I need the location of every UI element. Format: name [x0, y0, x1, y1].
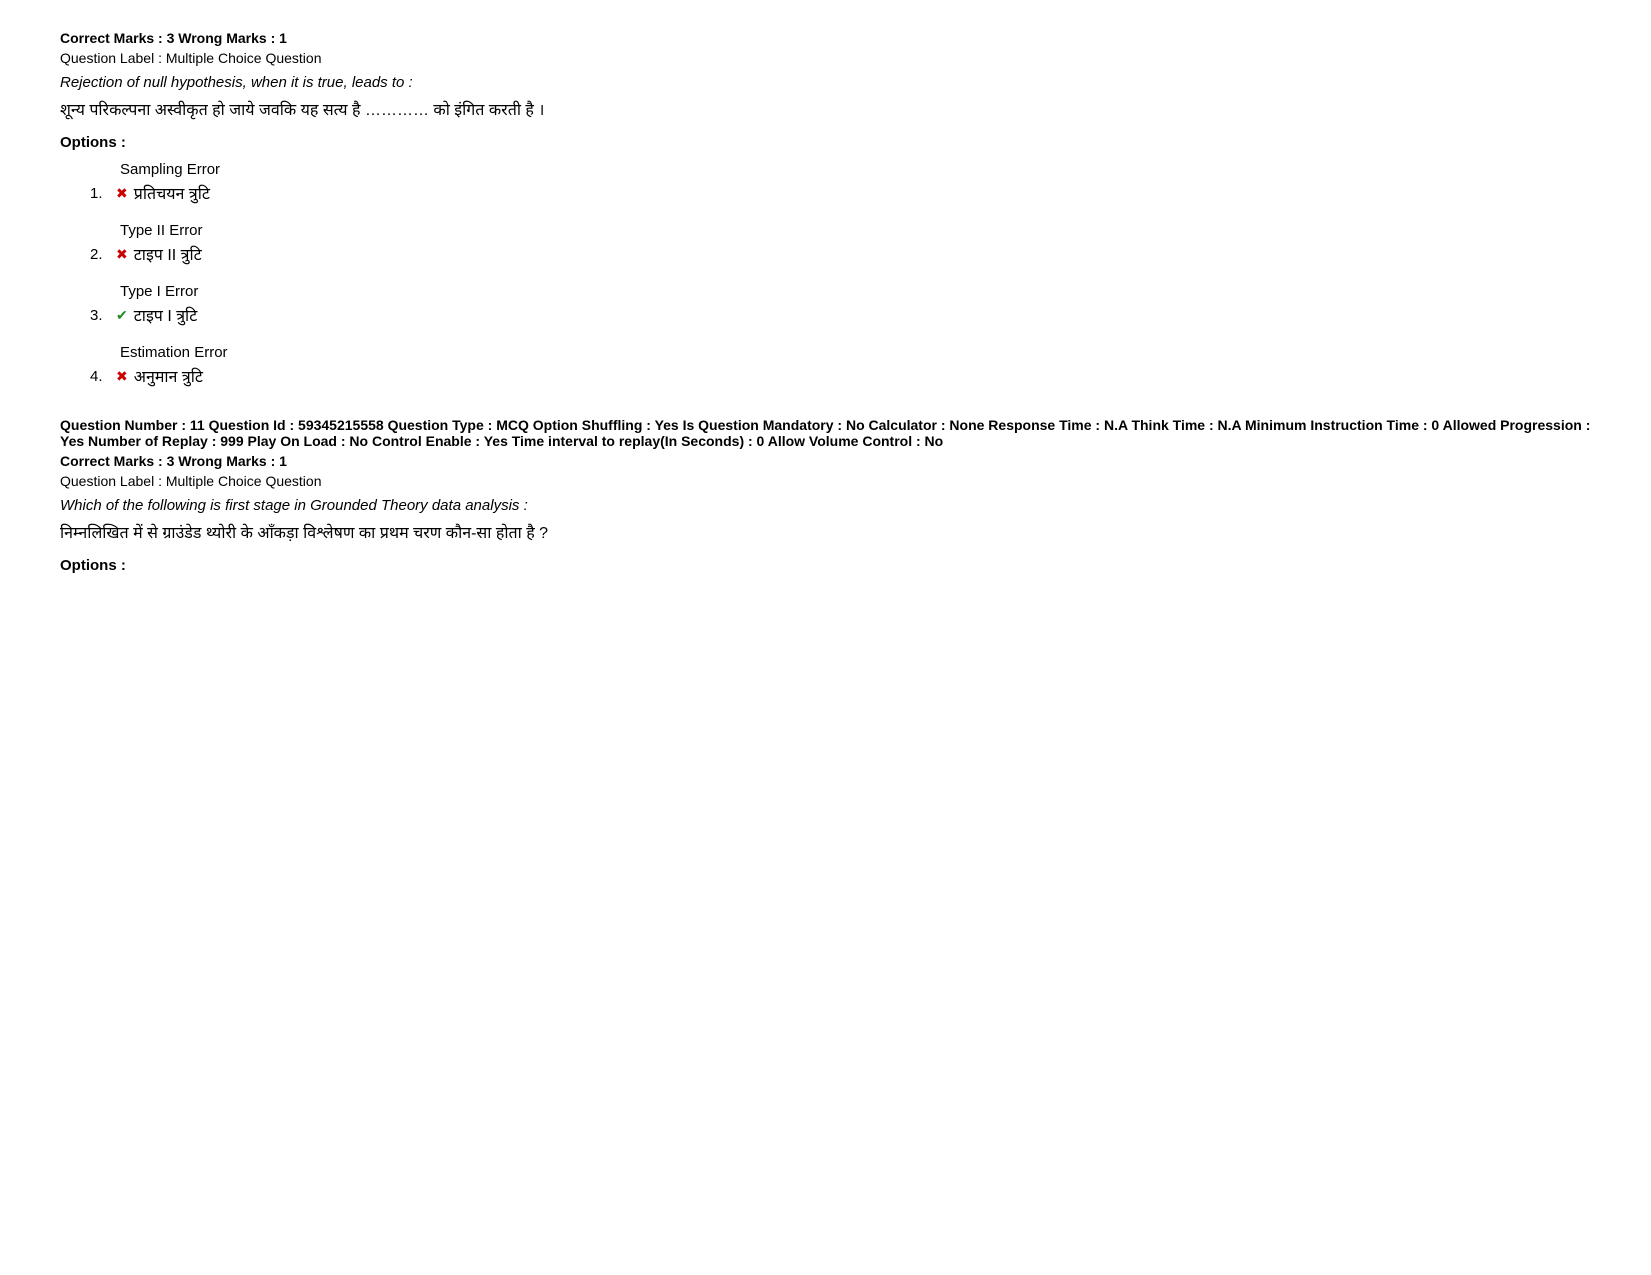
option-3-en: Type I Error [120, 283, 1591, 300]
option-3-icon-check: ✔ [116, 307, 128, 324]
option-2-group: Type II Error 2. ✖ टाइप II त्रुटि [60, 222, 1591, 265]
option-4-text-hi: अनुमान त्रुटि [134, 365, 203, 387]
q10-meta: Correct Marks : 3 Wrong Marks : 1 [60, 30, 1591, 46]
option-4-row: 4. ✖ अनुमान त्रुटि [90, 365, 1591, 387]
option-1-en: Sampling Error [120, 161, 1591, 178]
option-2-icon-cross: ✖ [116, 246, 128, 263]
option-2-num: 2. [90, 246, 110, 263]
option-1-icon-cross: ✖ [116, 185, 128, 202]
q11-correct-wrong: Correct Marks : 3 Wrong Marks : 1 [60, 453, 1591, 469]
question-11-block: Question Number : 11 Question Id : 59345… [60, 417, 1591, 574]
option-3-group: Type I Error 3. ✔ टाइप I त्रुटि [60, 283, 1591, 326]
option-1-group: Sampling Error 1. ✖ प्रतिचयन त्रुटि [60, 161, 1591, 204]
option-4-icon-cross: ✖ [116, 368, 128, 385]
option-1-row: 1. ✖ प्रतिचयन त्रुटि [90, 182, 1591, 204]
q11-meta: Question Number : 11 Question Id : 59345… [60, 417, 1591, 449]
option-1-text-hi: प्रतिचयन त्रुटि [134, 182, 210, 204]
q10-options-label: Options : [60, 134, 1591, 151]
option-4-en: Estimation Error [120, 344, 1591, 361]
q11-text-hi: निम्नलिखित में से ग्राउंडेड थ्योरी के आँ… [60, 520, 1591, 547]
question-10-block: Correct Marks : 3 Wrong Marks : 1 Questi… [60, 30, 1591, 387]
q10-label: Question Label : Multiple Choice Questio… [60, 50, 1591, 66]
option-2-en: Type II Error [120, 222, 1591, 239]
q11-options-label: Options : [60, 557, 1591, 574]
option-3-text-hi: टाइप I त्रुटि [134, 304, 198, 326]
option-2-row: 2. ✖ टाइप II त्रुटि [90, 243, 1591, 265]
option-2-text-hi: टाइप II त्रुटि [134, 243, 202, 265]
q10-text-hi: शून्य परिकल्पना अस्वीकृत हो जाये जवकि यह… [60, 97, 1591, 124]
option-3-row: 3. ✔ टाइप I त्रुटि [90, 304, 1591, 326]
q11-label: Question Label : Multiple Choice Questio… [60, 473, 1591, 489]
q11-text-en: Which of the following is first stage in… [60, 497, 1591, 514]
option-3-num: 3. [90, 307, 110, 324]
option-1-num: 1. [90, 185, 110, 202]
option-4-group: Estimation Error 4. ✖ अनुमान त्रुटि [60, 344, 1591, 387]
option-4-num: 4. [90, 368, 110, 385]
q10-text-en: Rejection of null hypothesis, when it is… [60, 74, 1591, 91]
